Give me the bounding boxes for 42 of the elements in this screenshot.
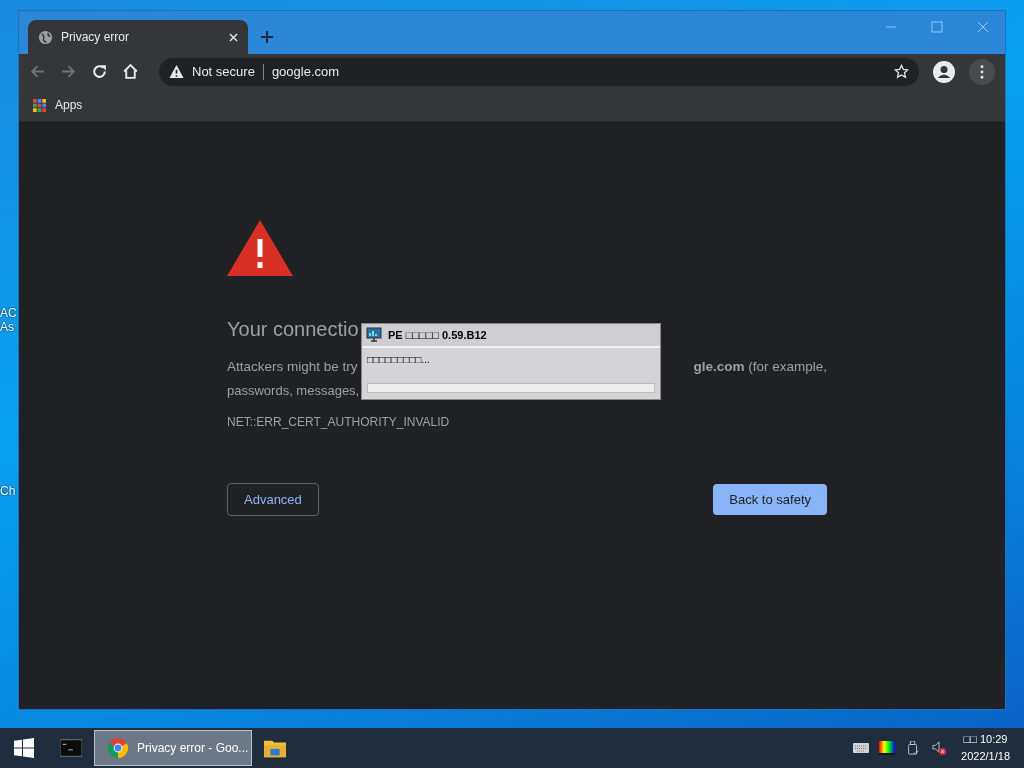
windows-start-icon[interactable]: [14, 738, 34, 758]
url-text: google.com: [271, 64, 341, 79]
keyboard-icon[interactable]: [853, 741, 870, 755]
home-icon[interactable]: [122, 63, 139, 80]
speaker-muted-icon[interactable]: [931, 741, 948, 755]
browser-tab[interactable]: Privacy error: [28, 20, 248, 54]
warning-text: gle.com (for example,: [693, 358, 827, 376]
color-display-icon[interactable]: [879, 741, 896, 755]
profile-icon[interactable]: [933, 60, 955, 83]
security-label: Not secure: [192, 64, 255, 79]
menu-button[interactable]: [969, 58, 995, 85]
reload-icon[interactable]: [91, 63, 108, 80]
forward-arrow-icon[interactable]: [60, 63, 77, 80]
warning-text: Attackers might be try: [227, 358, 358, 376]
address-bar[interactable]: Not secure google.com: [159, 57, 919, 86]
computer-icon: [366, 327, 382, 343]
new-tab-icon[interactable]: [261, 31, 273, 43]
warning-icon: [169, 64, 184, 79]
bookmark-item[interactable]: Apps: [33, 98, 83, 112]
folder-icon: [264, 738, 286, 758]
back-to-safety-button[interactable]: Back to safety: [713, 484, 827, 515]
apps-grid-icon: [33, 98, 46, 112]
page-heading: Your connectio: [227, 318, 359, 341]
warning-text: passwords, messages,: [227, 383, 360, 398]
dialog-title: PE □□□□□ 0.59.B12: [388, 329, 487, 341]
error-code: NET::ERR_CERT_AUTHORITY_INVALID: [227, 415, 451, 429]
warning-icon: [227, 220, 293, 276]
chrome-icon: [107, 738, 129, 758]
back-arrow-icon[interactable]: [29, 63, 46, 80]
dialog-message: □□□□□□□□□...: [366, 353, 431, 367]
terminal-icon: [60, 738, 82, 758]
clock-time: □□ 10:29: [963, 732, 1008, 747]
star-icon[interactable]: [894, 64, 909, 79]
desktop-icon-label: Ch: [0, 484, 17, 498]
globe-icon: [38, 29, 53, 45]
advanced-button[interactable]: Advanced: [227, 483, 319, 516]
menu-icon: [980, 64, 984, 79]
taskbar-item[interactable]: Privacy error - Goo...: [94, 730, 252, 766]
clock[interactable]: □□ 10:29 2022/1/18: [961, 731, 1010, 765]
desktop-icon-label: AC: [0, 306, 18, 320]
clock-date: 2022/1/18: [961, 749, 1010, 764]
desktop-icon-label: As: [0, 320, 15, 334]
